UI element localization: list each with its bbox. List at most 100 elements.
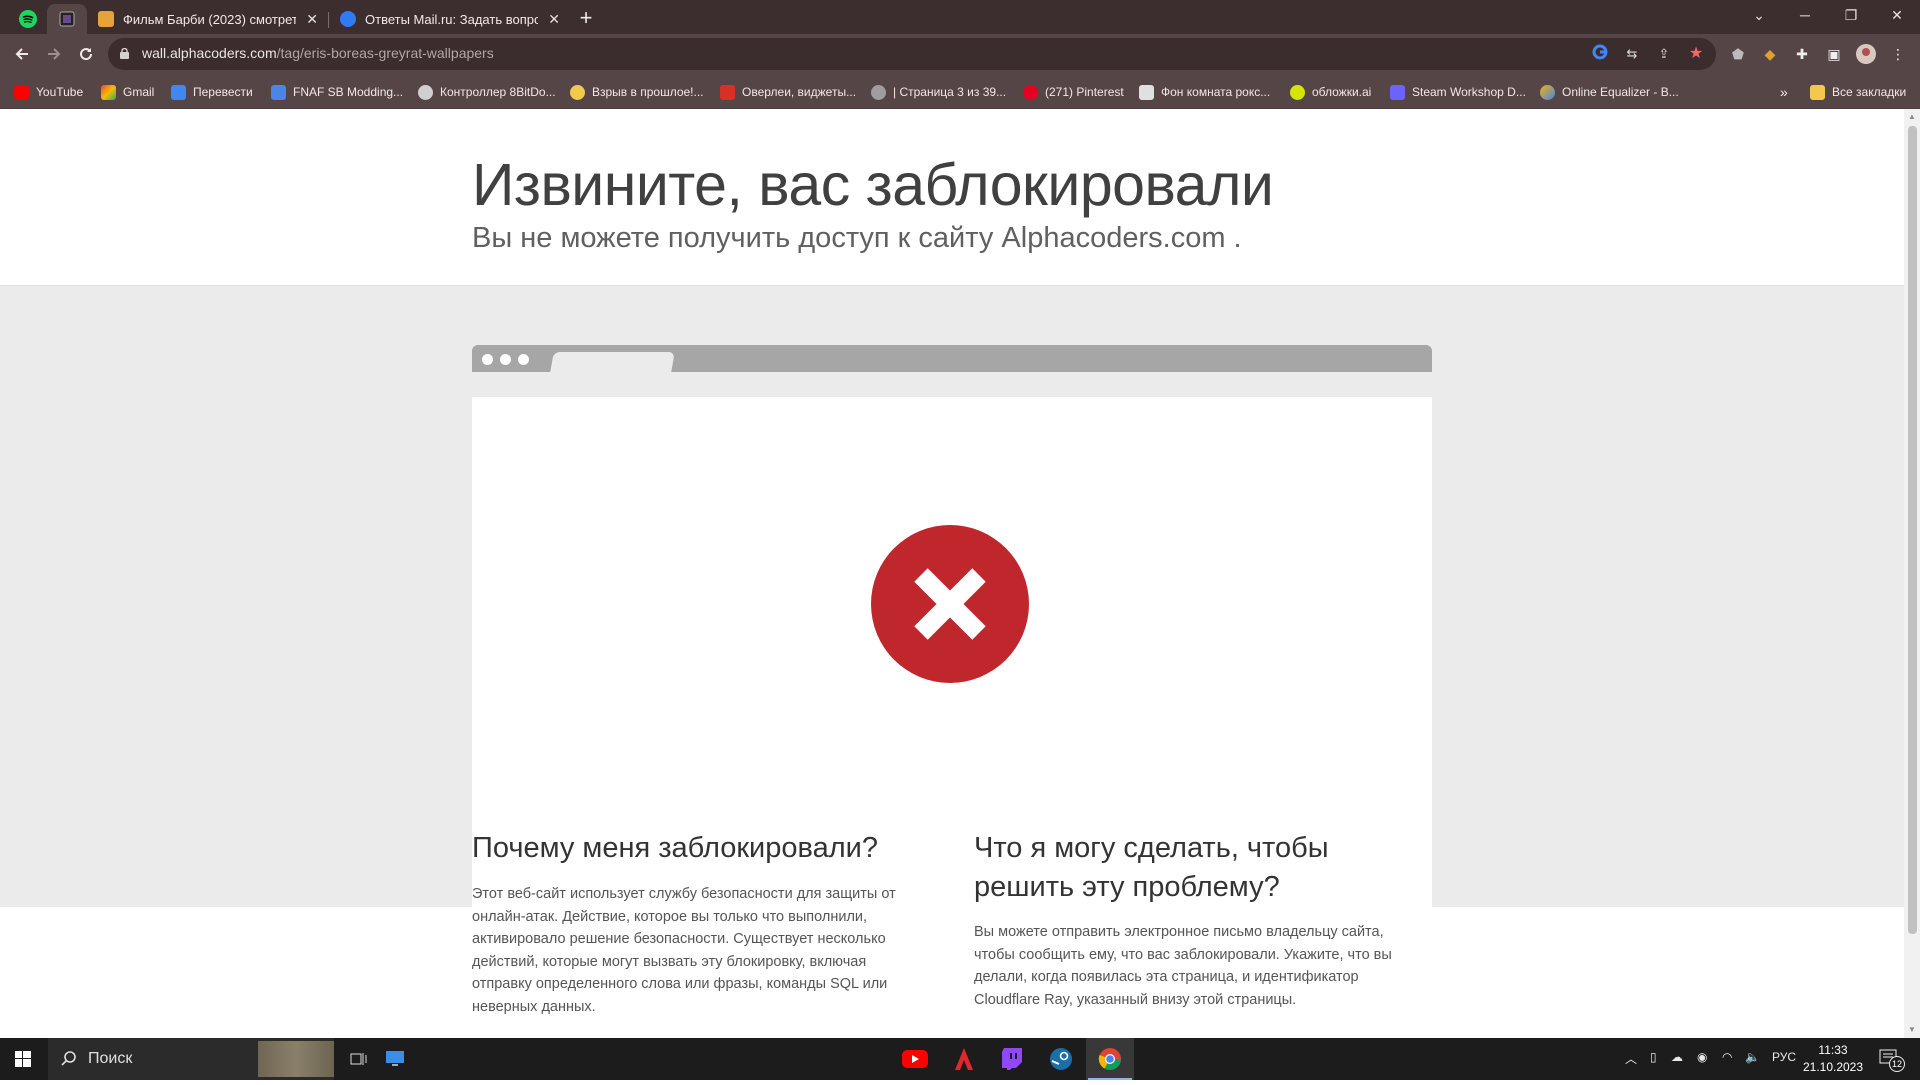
bookmark-overlays[interactable]: Оверлеи, виджеты... (720, 82, 856, 102)
windows-logo-icon (15, 1051, 31, 1067)
web-page: Извините, вас заблокировали Вы не можете… (0, 109, 1904, 1038)
bookmark-page3[interactable]: | Страница 3 из 39... (871, 82, 1006, 102)
wifi-icon[interactable]: ◠ (1722, 1050, 1732, 1064)
taskbar-app-chrome[interactable] (1086, 1038, 1134, 1080)
bookmark-youtube[interactable]: YouTube (14, 82, 83, 102)
bookmark-room-bg[interactable]: Фон комната рокс... (1139, 82, 1270, 102)
chrome-icon (1098, 1048, 1121, 1070)
tab-mail-answers[interactable]: Ответы Mail.ru: Задать вопрос ✕ (330, 4, 564, 34)
arrow-left-icon (15, 48, 28, 60)
shield-extension-icon[interactable]: ⬟ (1728, 44, 1748, 64)
scroll-down-arrow[interactable]: ▼ (1907, 1025, 1917, 1035)
bookmark-8bitdo[interactable]: Контроллер 8BitDo... (418, 82, 556, 102)
error-x-icon (871, 525, 1029, 683)
bookmarks-overflow-button[interactable]: » (1780, 82, 1788, 102)
share-icon[interactable]: ⇪ (1654, 44, 1674, 64)
tab-search-button[interactable]: ⌄ (1736, 0, 1782, 30)
browser-toolbar: wall.alphacoders.com/tag/eris-boreas-gre… (0, 34, 1920, 75)
bookmarks-bar: YouTube Gmail Перевести FNAF SB Modding.… (0, 75, 1920, 109)
side-panel-icon[interactable]: ▣ (1824, 44, 1844, 64)
usb-device-icon[interactable]: ▯ (1650, 1050, 1657, 1064)
twitch-icon (1002, 1048, 1022, 1070)
bookmark-fnaf[interactable]: FNAF SB Modding... (271, 82, 403, 102)
reload-button[interactable] (72, 40, 100, 68)
close-window-button[interactable]: ✕ (1874, 0, 1920, 30)
url-text[interactable]: wall.alphacoders.com/tag/eris-boreas-gre… (142, 45, 494, 61)
search-highlight-image (258, 1041, 334, 1077)
lock-icon (120, 48, 129, 59)
bookmark-label: Steam Workshop D... (1412, 85, 1526, 99)
translate-icon (171, 84, 186, 100)
all-bookmarks-button[interactable]: Все закладки (1810, 82, 1906, 102)
extension-icon[interactable]: ◆ (1760, 44, 1780, 64)
bookmark-translate[interactable]: Перевести (171, 82, 253, 102)
tray-overflow-icon[interactable]: ︿ (1625, 1050, 1637, 1067)
onedrive-icon[interactable]: ☁ (1671, 1050, 1683, 1064)
task-view-icon (350, 1053, 367, 1065)
extensions-puzzle-icon[interactable]: ✚ (1792, 44, 1812, 64)
docs-icon (271, 84, 286, 100)
tab-title: Ответы Mail.ru: Задать вопрос (365, 11, 539, 27)
bookmark-label: Контроллер 8BitDo... (440, 85, 556, 99)
bookmark-label: | Страница 3 из 39... (893, 85, 1007, 99)
webcam-icon[interactable]: ◉ (1697, 1050, 1707, 1064)
clock[interactable]: 11:33 21.10.2023 (1798, 1042, 1868, 1076)
why-blocked-text: Этот веб-сайт использует службу безопасн… (472, 886, 896, 1015)
bookmark-label: обложки.ai (1312, 85, 1372, 99)
menu-kebab-icon[interactable]: ⋮ (1888, 44, 1908, 64)
page-subtitle: Вы не можете получить доступ к сайту Alp… (472, 222, 1242, 254)
taskbar-search[interactable]: Поиск (48, 1038, 334, 1080)
scrollbar-thumb[interactable] (1908, 126, 1917, 934)
page-scrollbar[interactable]: ▲ ▼ (1904, 109, 1920, 1038)
page-title: Извините, вас заблокировали (472, 152, 1274, 218)
tab-close-icon[interactable]: ✕ (302, 11, 322, 28)
language-indicator[interactable]: РУС (1772, 1050, 1796, 1064)
bookmark-steam-workshop[interactable]: Steam Workshop D... (1390, 82, 1526, 102)
profile-avatar[interactable] (1856, 44, 1876, 64)
back-button[interactable] (8, 40, 36, 68)
tab-title: Фильм Барби (2023) смотреть онлайн (123, 11, 297, 27)
bookmark-label: Online Equalizer - B... (1562, 85, 1679, 99)
dot-icon (1290, 84, 1305, 100)
restore-button[interactable]: ❐ (1828, 0, 1874, 30)
header-section: Извините, вас заблокировали Вы не можете… (0, 109, 1904, 286)
adobe-icon (955, 1048, 973, 1070)
start-button[interactable] (0, 1038, 46, 1080)
youtube-icon (14, 84, 29, 100)
address-bar[interactable]: wall.alphacoders.com/tag/eris-boreas-gre… (108, 38, 1716, 70)
tab-spotify[interactable] (8, 4, 48, 34)
volume-icon[interactable]: 🔈 (1745, 1050, 1760, 1064)
new-tab-button[interactable]: + (572, 5, 600, 31)
taskbar-app-steam[interactable] (1037, 1038, 1085, 1080)
globe-icon (418, 84, 433, 100)
notifications-button[interactable]: 12 (1878, 1047, 1905, 1072)
bookmark-gmail[interactable]: Gmail (101, 82, 154, 102)
bookmark-star-icon[interactable]: ★ (1686, 44, 1706, 64)
moon-icon (570, 84, 585, 100)
minimize-button[interactable]: ─ (1782, 0, 1828, 30)
tab-close-icon[interactable]: ✕ (544, 11, 564, 28)
clock-time: 11:33 (1818, 1043, 1848, 1057)
forward-button[interactable] (40, 40, 68, 68)
taskbar-app-desktop[interactable] (371, 1038, 419, 1080)
illustration-dot (518, 354, 529, 365)
translate-page-icon[interactable]: ⇆ (1622, 44, 1642, 64)
bookmark-pinterest[interactable]: (271) Pinterest (1023, 82, 1124, 102)
avatar-icon (871, 84, 886, 100)
bookmark-equalizer[interactable]: Online Equalizer - B... (1540, 82, 1679, 102)
tab-pinned-app[interactable] (47, 4, 87, 34)
taskbar-app-youtube[interactable] (891, 1038, 939, 1080)
why-blocked-heading: Почему меня заблокировали? (472, 832, 878, 864)
all-bookmarks-label: Все закладки (1832, 85, 1907, 99)
folder-icon (1810, 84, 1825, 100)
bookmark-blast[interactable]: Взрыв в прошлое!... (570, 82, 704, 102)
scroll-up-arrow[interactable]: ▲ (1907, 112, 1917, 122)
tab-barbie[interactable]: Фильм Барби (2023) смотреть онлайн ✕ (88, 4, 322, 34)
bookmark-covers-ai[interactable]: обложки.ai (1290, 82, 1371, 102)
equalizer-icon (1540, 84, 1555, 100)
taskbar-app-twitch[interactable] (988, 1038, 1036, 1080)
pinterest-icon (1023, 84, 1038, 100)
taskbar-app-acrobat[interactable] (940, 1038, 988, 1080)
google-lens-icon[interactable] (1590, 44, 1610, 64)
mail-answers-icon (340, 11, 356, 27)
